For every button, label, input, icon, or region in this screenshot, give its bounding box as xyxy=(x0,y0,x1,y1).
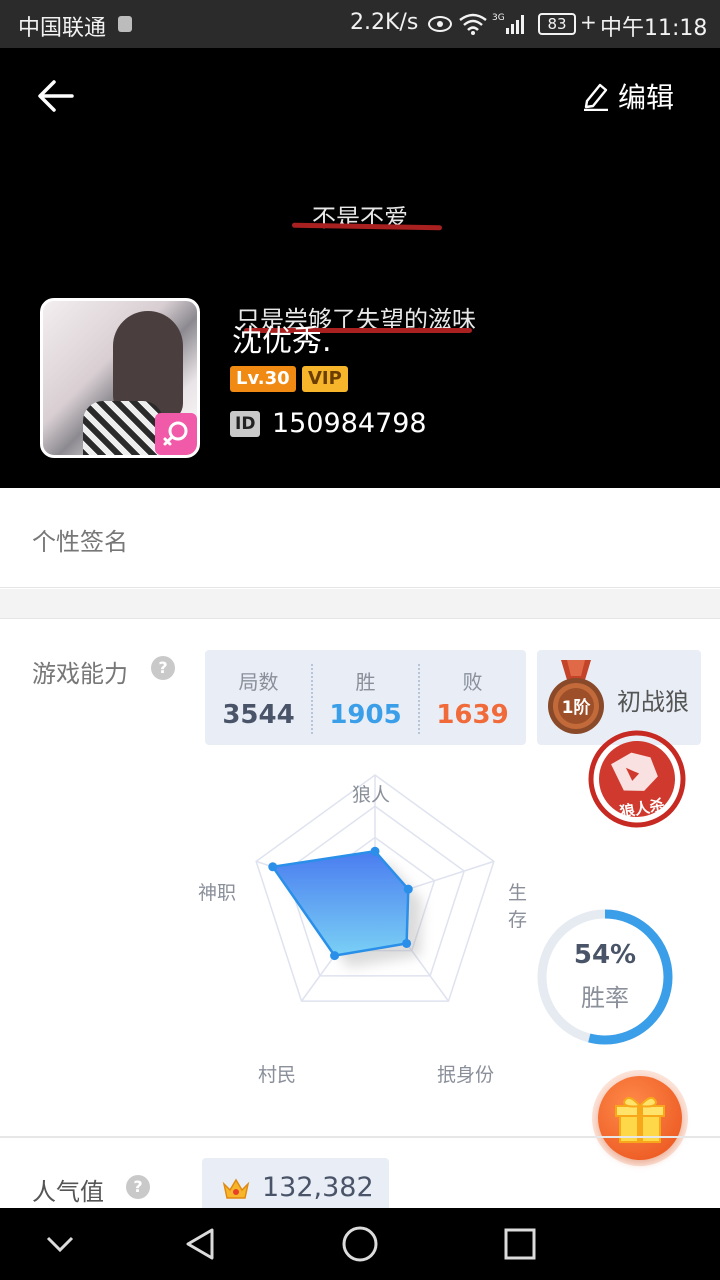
back-arrow-icon[interactable] xyxy=(36,78,76,114)
id-label: ID xyxy=(230,411,261,437)
status-bar: 中国联通 2.2K/s 3G 83 + 中午11:18 xyxy=(0,0,720,48)
game-ability-label: 游戏能力 xyxy=(32,660,128,688)
sim-icon xyxy=(118,16,132,32)
female-icon xyxy=(155,413,197,455)
radar-point xyxy=(268,862,278,872)
popularity-label: 人气值 xyxy=(32,1178,104,1206)
radar-point xyxy=(330,951,340,961)
edit-pencil-icon xyxy=(584,83,608,111)
stat-caption: 胜 xyxy=(355,670,376,694)
user-id: 150984798 xyxy=(272,408,427,439)
avatar[interactable] xyxy=(40,298,200,458)
radar-label-god: 神职 xyxy=(198,882,237,904)
gift-button[interactable] xyxy=(592,1070,688,1166)
eye-icon xyxy=(428,16,452,32)
radar-point xyxy=(370,846,380,856)
radar-label-identify: 抿身份 xyxy=(437,1064,495,1086)
signature-row[interactable]: 个性签名 xyxy=(0,488,720,588)
popularity-value: 132,382 xyxy=(262,1172,374,1203)
rank-name: 初战狼 xyxy=(617,688,689,716)
radar-label-villager: 村民 xyxy=(258,1064,297,1086)
radar-point xyxy=(402,938,412,948)
stat-caption: 局数 xyxy=(238,670,279,694)
win-rate-ring xyxy=(537,909,673,1045)
rank-medal-icon: 1阶 xyxy=(548,660,604,734)
radar-svg xyxy=(255,774,495,1002)
network-speed: 2.2K/s xyxy=(350,10,419,35)
vip-badge: VIP xyxy=(302,366,348,392)
carrier-name: 中国联通 xyxy=(18,16,107,41)
edit-button[interactable]: 编辑 xyxy=(582,76,674,116)
stat-games: 局数 3544 xyxy=(205,650,312,745)
rank-tier: 1阶 xyxy=(562,697,592,718)
clock: 中午11:18 xyxy=(600,16,708,41)
help-icon[interactable]: ? xyxy=(126,1175,150,1199)
stat-value: 1905 xyxy=(329,700,402,730)
stat-losses: 败 1639 xyxy=(419,650,526,745)
signature-label: 个性签名 xyxy=(32,528,128,556)
battery-level: 83 xyxy=(538,13,576,35)
ability-radar-chart: 狼人 生存 抿身份 村民 神职 xyxy=(190,770,527,1090)
network-type: 3G xyxy=(492,13,505,23)
nav-back-icon[interactable] xyxy=(182,1226,218,1262)
wifi-icon xyxy=(459,13,487,35)
nav-recents-icon[interactable] xyxy=(502,1226,538,1262)
radar-label-werewolf: 狼人 xyxy=(352,784,391,806)
win-rate-percent: 54% xyxy=(573,940,637,970)
gift-icon xyxy=(615,1096,665,1143)
stat-wins: 胜 1905 xyxy=(312,650,419,745)
match-stats: 局数 3544 胜 1905 败 1639 xyxy=(205,650,526,745)
nickname: 沈优秀. xyxy=(232,324,332,359)
profile-header: 编辑 不是不爱 只是尝够了失望的滋味 沈优秀. Lv.30 VIP ID 150… xyxy=(0,48,720,488)
edit-label: 编辑 xyxy=(618,81,675,114)
stat-value: 1639 xyxy=(436,700,509,730)
section-divider xyxy=(0,589,720,619)
win-rate-label: 胜率 xyxy=(581,984,629,1012)
radar-point xyxy=(403,884,413,894)
werewolf-stamp-icon: 狼人杀 xyxy=(588,730,686,828)
radar-label-survival: 生存 xyxy=(508,882,528,931)
help-icon[interactable]: ? xyxy=(151,656,175,680)
charging-icon: + xyxy=(580,10,597,34)
section-divider xyxy=(0,1136,720,1138)
stat-caption: 败 xyxy=(462,670,483,694)
stat-value: 3544 xyxy=(222,700,295,730)
nav-home-icon[interactable] xyxy=(340,1224,380,1264)
signal-icon: 3G xyxy=(492,13,524,34)
system-nav-bar xyxy=(0,1208,720,1280)
collapse-chevron-icon[interactable] xyxy=(44,1232,76,1256)
level-badge: Lv.30 xyxy=(230,366,296,392)
crown-icon xyxy=(222,1178,250,1199)
